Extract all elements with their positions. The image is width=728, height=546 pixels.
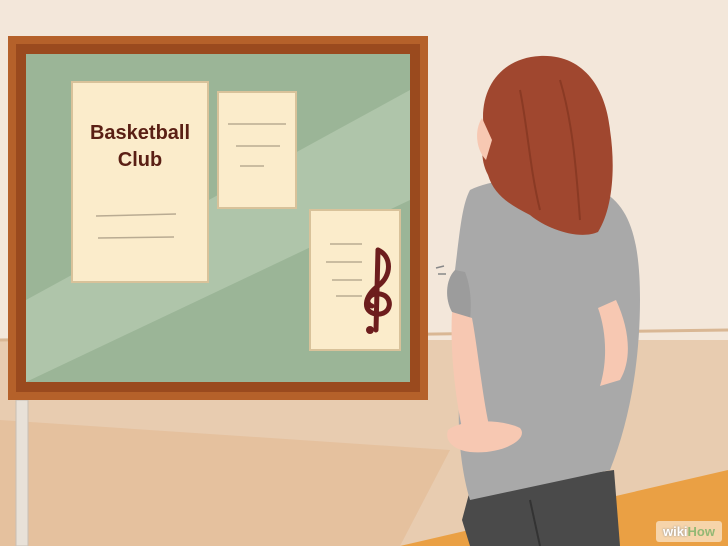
board-stand-leg — [15, 399, 29, 546]
poster-title: Basketball Club — [74, 120, 206, 174]
wikihow-logo-wiki: wiki — [662, 524, 688, 539]
wikihow-logo: wikiHow — [655, 521, 722, 542]
poster-title-line2: Club — [117, 149, 163, 171]
poster-basketball-club — [71, 81, 209, 283]
scene-artwork — [0, 0, 728, 546]
poster-title-line1: Basketball — [89, 122, 191, 144]
poster-line — [97, 236, 175, 239]
wikihow-logo-how: How — [687, 524, 715, 539]
illustration-scene: Basketball Club wikiHow — [0, 0, 728, 546]
notice-paper-small — [217, 91, 297, 209]
